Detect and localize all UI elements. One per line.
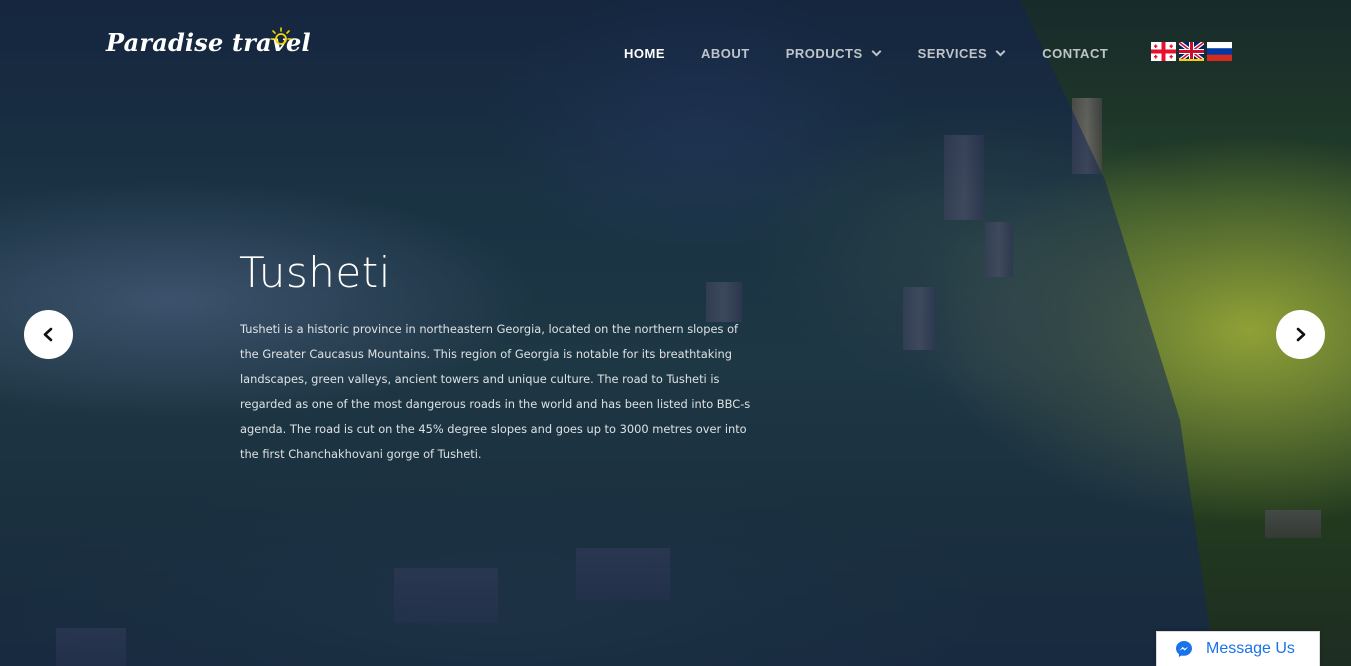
chevron-right-icon (1296, 327, 1306, 342)
nav-home[interactable]: HOME (624, 46, 665, 61)
chevron-left-icon (43, 327, 53, 342)
nav-about-label: ABOUT (701, 46, 750, 61)
uk-flag-icon[interactable] (1179, 42, 1204, 61)
nav-products[interactable]: PRODUCTS (785, 46, 882, 61)
russia-flag-icon[interactable] (1207, 42, 1232, 61)
message-us-label: Message Us (1206, 640, 1295, 657)
message-us-button[interactable]: Message Us (1156, 631, 1320, 666)
nav-services[interactable]: SERVICES (917, 46, 1006, 61)
nav-contact-label: CONTACT (1042, 46, 1109, 61)
nav-about[interactable]: ABOUT (701, 46, 750, 61)
slide-title: Tusheti (239, 248, 391, 297)
nav-services-label: SERVICES (917, 46, 988, 61)
sun-icon (270, 27, 292, 45)
nav-products-label: PRODUCTS (785, 46, 863, 61)
hero-slider: Paradise travel HOME ABOUT PRODUCTS SERV… (0, 0, 1351, 666)
nav-contact[interactable]: CONTACT (1042, 46, 1108, 61)
main-nav: HOME ABOUT PRODUCTS SERVICES CONTACT (624, 46, 1108, 61)
language-switcher (1151, 42, 1232, 61)
next-slide-button[interactable] (1276, 310, 1325, 359)
chevron-down-icon (871, 46, 882, 57)
chevron-down-icon (995, 46, 1006, 57)
prev-slide-button[interactable] (24, 310, 73, 359)
site-header: Paradise travel HOME ABOUT PRODUCTS SERV… (0, 0, 1351, 105)
georgia-flag-icon[interactable] (1151, 42, 1176, 61)
slide-description: Tusheti is a historic province in northe… (240, 322, 751, 461)
nav-home-label: HOME (624, 46, 665, 61)
messenger-icon (1176, 641, 1192, 657)
